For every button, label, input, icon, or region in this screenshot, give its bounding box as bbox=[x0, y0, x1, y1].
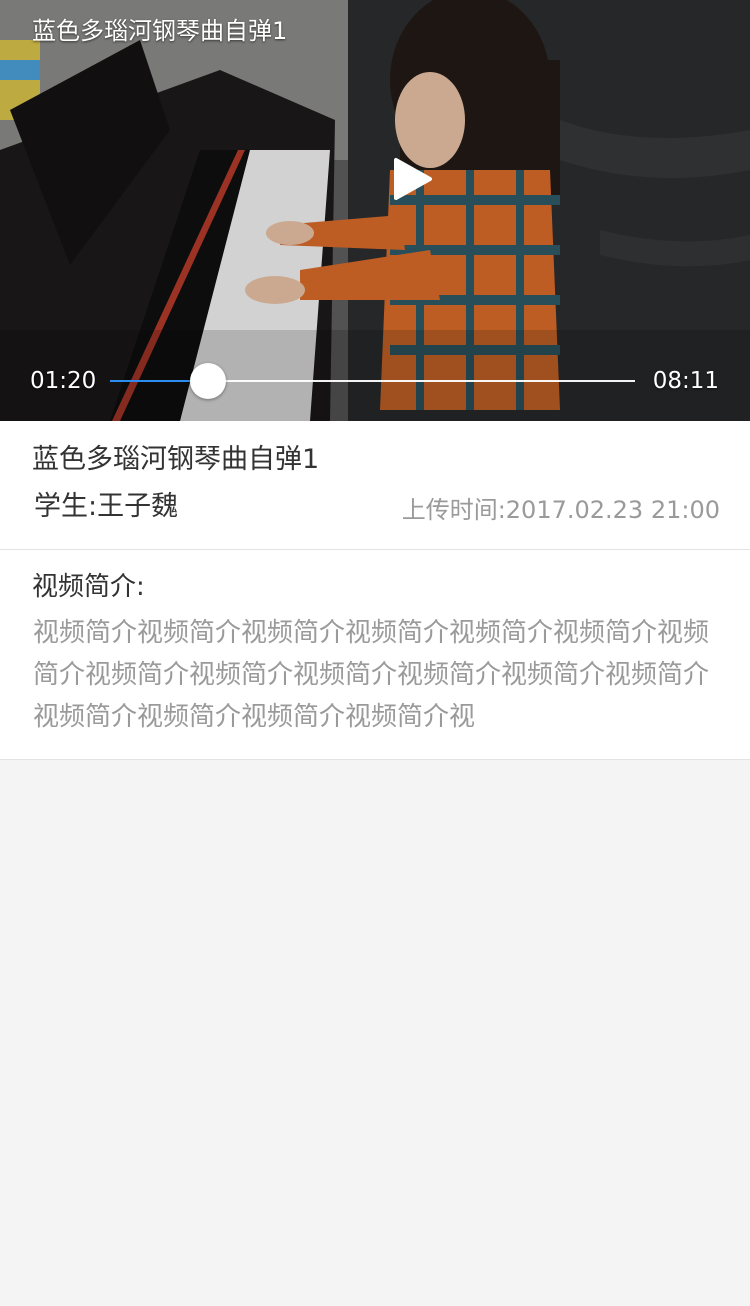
video-player[interactable]: 蓝色多瑙河钢琴曲自弹1 01:20 08:11 bbox=[0, 0, 750, 421]
play-button[interactable] bbox=[388, 154, 438, 204]
upload-time: 上传时间:2017.02.23 21:00 bbox=[401, 496, 720, 524]
play-icon bbox=[394, 158, 432, 200]
progress-bar[interactable] bbox=[110, 363, 635, 399]
progress-thumb[interactable] bbox=[190, 363, 226, 399]
current-time: 01:20 bbox=[30, 368, 97, 394]
video-title: 蓝色多瑙河钢琴曲自弹1 bbox=[32, 444, 320, 475]
total-time: 08:11 bbox=[652, 368, 719, 394]
video-title-overlay: 蓝色多瑙河钢琴曲自弹1 bbox=[32, 17, 288, 45]
video-info-section: 蓝色多瑙河钢琴曲自弹1 学生:王子魏 上传时间:2017.02.23 21:00 bbox=[0, 421, 750, 550]
description-text: 视频简介视频简介视频简介视频简介视频简介视频简介视频简介视频简介视频简介视频简介… bbox=[33, 618, 710, 732]
student-name: 学生:王子魏 bbox=[34, 491, 179, 522]
player-controls: 01:20 08:11 bbox=[0, 352, 750, 410]
description-label: 视频简介: bbox=[32, 572, 145, 602]
video-detail-page: 蓝色多瑙河钢琴曲自弹1 01:20 08:11 蓝色多瑙河钢琴曲自弹1 学生:王… bbox=[0, 0, 750, 1306]
video-description-section: 视频简介: 视频简介视频简介视频简介视频简介视频简介视频简介视频简介视频简介视频… bbox=[0, 550, 750, 760]
